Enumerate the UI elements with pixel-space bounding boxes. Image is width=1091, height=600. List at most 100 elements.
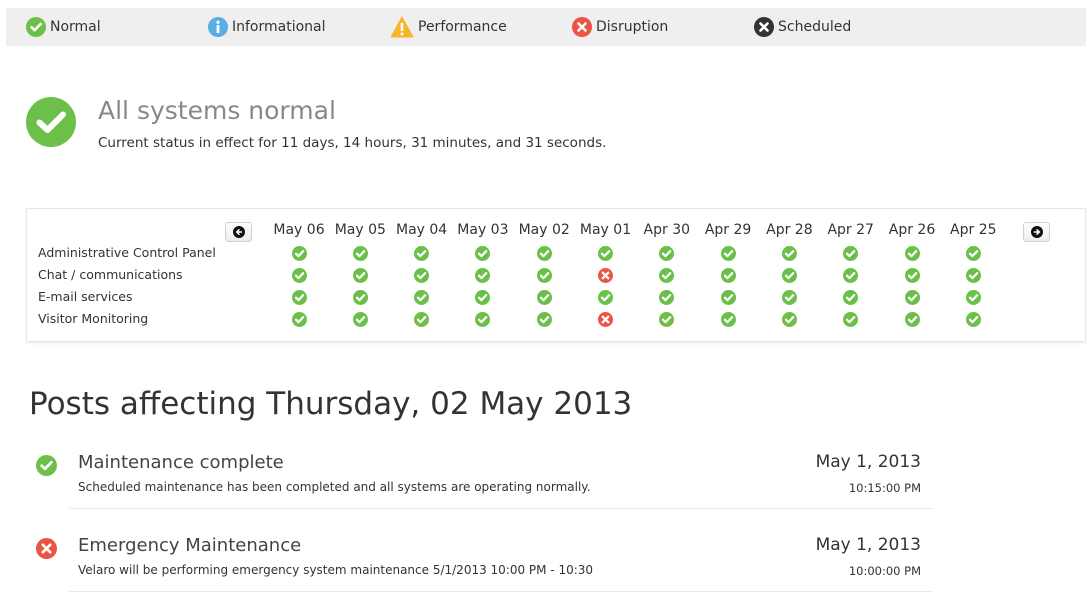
legend-item-performance: Performance xyxy=(390,8,507,46)
normal-status-icon[interactable] xyxy=(720,312,736,327)
status-check-icon xyxy=(26,97,76,151)
legend-item-informational: Informational xyxy=(208,8,326,46)
normal-status-icon[interactable] xyxy=(475,312,491,327)
info-circle-icon xyxy=(208,17,228,37)
status-history-grid: May 06 May 05 May 04 May 03 May 02 May 01 Apr … xyxy=(26,208,1086,342)
normal-status-icon[interactable] xyxy=(720,290,736,305)
check-circle-icon xyxy=(36,455,57,480)
post-body: Scheduled maintenance has been completed… xyxy=(78,480,591,494)
normal-status-icon[interactable] xyxy=(843,268,859,283)
date-column-header: Apr 28 xyxy=(766,222,813,238)
normal-status-icon[interactable] xyxy=(414,246,430,261)
normal-status-icon[interactable] xyxy=(720,246,736,261)
date-column-header: May 01 xyxy=(579,222,632,238)
normal-status-icon[interactable] xyxy=(352,290,368,305)
arrow-right-icon xyxy=(1030,226,1043,238)
normal-status-icon[interactable] xyxy=(904,312,920,327)
legend-item-scheduled: Scheduled xyxy=(754,8,851,46)
post-date: May 1, 2013 xyxy=(815,535,921,555)
service-label: Chat / communications xyxy=(38,267,183,282)
post-item[interactable]: Emergency Maintenance Velaro will be per… xyxy=(36,535,932,600)
normal-status-icon[interactable] xyxy=(291,290,307,305)
posts-heading: Posts affecting Thursday, 02 May 2013 xyxy=(29,386,633,422)
normal-status-icon[interactable] xyxy=(781,312,797,327)
post-time: 10:00:00 PM xyxy=(848,564,921,578)
normal-status-icon[interactable] xyxy=(781,246,797,261)
normal-status-icon[interactable] xyxy=(598,290,613,305)
normal-status-icon[interactable] xyxy=(659,246,675,261)
normal-status-icon[interactable] xyxy=(904,290,920,305)
normal-status-icon[interactable] xyxy=(475,268,491,283)
post-time: 10:15:00 PM xyxy=(848,481,921,495)
legend-label: Normal xyxy=(50,19,101,35)
legend-label: Scheduled xyxy=(778,19,852,35)
date-column-header: Apr 26 xyxy=(888,222,936,238)
post-date: May 1, 2013 xyxy=(815,452,921,472)
post-divider xyxy=(69,591,932,592)
disruption-status-icon[interactable] xyxy=(598,268,613,283)
service-label: Visitor Monitoring xyxy=(38,311,149,326)
date-column-header: May 04 xyxy=(395,222,448,238)
disruption-status-icon[interactable] xyxy=(598,312,613,327)
normal-status-icon[interactable] xyxy=(965,312,981,327)
normal-status-icon[interactable] xyxy=(475,246,491,261)
normal-status-icon[interactable] xyxy=(904,246,920,261)
date-column-header: Apr 29 xyxy=(704,222,752,238)
date-column-header: May 06 xyxy=(273,222,325,238)
normal-status-icon[interactable] xyxy=(352,312,368,327)
date-column-header: Apr 27 xyxy=(827,222,874,238)
arrow-left-icon xyxy=(232,226,245,238)
post-title[interactable]: Maintenance complete xyxy=(78,452,284,473)
x-circle-dark-icon xyxy=(754,17,774,37)
post-item[interactable]: Maintenance complete Scheduled maintenan… xyxy=(36,452,932,522)
prev-period-button[interactable] xyxy=(225,222,252,242)
normal-status-icon[interactable] xyxy=(659,290,675,305)
normal-status-icon[interactable] xyxy=(536,246,552,261)
normal-status-icon[interactable] xyxy=(843,290,859,305)
normal-status-icon[interactable] xyxy=(965,246,981,261)
legend-item-disruption: Disruption xyxy=(572,8,668,46)
legend-label: Disruption xyxy=(596,19,669,35)
normal-status-icon[interactable] xyxy=(352,246,368,261)
normal-status-icon[interactable] xyxy=(843,312,859,327)
warning-triangle-icon xyxy=(390,16,414,38)
status-legend: Normal Informational Performance Disrupt… xyxy=(6,8,1086,46)
normal-status-icon[interactable] xyxy=(291,312,307,327)
status-title: All systems normal xyxy=(98,96,336,125)
normal-status-icon[interactable] xyxy=(904,268,920,283)
normal-status-icon[interactable] xyxy=(414,268,430,283)
normal-status-icon[interactable] xyxy=(598,246,613,261)
post-title[interactable]: Emergency Maintenance xyxy=(78,535,301,556)
normal-status-icon[interactable] xyxy=(965,290,981,305)
normal-status-icon[interactable] xyxy=(781,290,797,305)
normal-status-icon[interactable] xyxy=(659,312,675,327)
post-body: Velaro will be performing emergency syst… xyxy=(78,563,594,577)
normal-status-icon[interactable] xyxy=(536,268,552,283)
normal-status-icon[interactable] xyxy=(414,290,430,305)
legend-label: Performance xyxy=(418,19,507,35)
next-period-button[interactable] xyxy=(1023,222,1050,242)
normal-status-icon[interactable] xyxy=(291,268,307,283)
normal-status-icon[interactable] xyxy=(720,268,736,283)
post-divider xyxy=(69,508,932,509)
date-column-header: Apr 30 xyxy=(643,222,691,238)
normal-status-icon[interactable] xyxy=(659,268,675,283)
date-column-header: May 02 xyxy=(518,222,570,238)
date-column-header: May 05 xyxy=(334,222,386,238)
normal-status-icon[interactable] xyxy=(475,290,491,305)
normal-status-icon[interactable] xyxy=(536,312,552,327)
service-label: E-mail services xyxy=(38,289,133,304)
normal-status-icon[interactable] xyxy=(414,312,430,327)
normal-status-icon[interactable] xyxy=(965,268,981,283)
normal-status-icon[interactable] xyxy=(843,246,859,261)
normal-status-icon[interactable] xyxy=(352,268,368,283)
normal-status-icon[interactable] xyxy=(781,268,797,283)
normal-status-icon[interactable] xyxy=(536,290,552,305)
date-column-header: May 03 xyxy=(457,222,509,238)
service-label: Administrative Control Panel xyxy=(38,245,216,260)
status-duration: Current status in effect for 11 days, 14… xyxy=(98,135,607,151)
normal-status-icon[interactable] xyxy=(291,246,307,261)
x-circle-icon xyxy=(572,17,592,37)
legend-label: Informational xyxy=(232,19,326,35)
date-column-header: Apr 25 xyxy=(950,222,997,238)
